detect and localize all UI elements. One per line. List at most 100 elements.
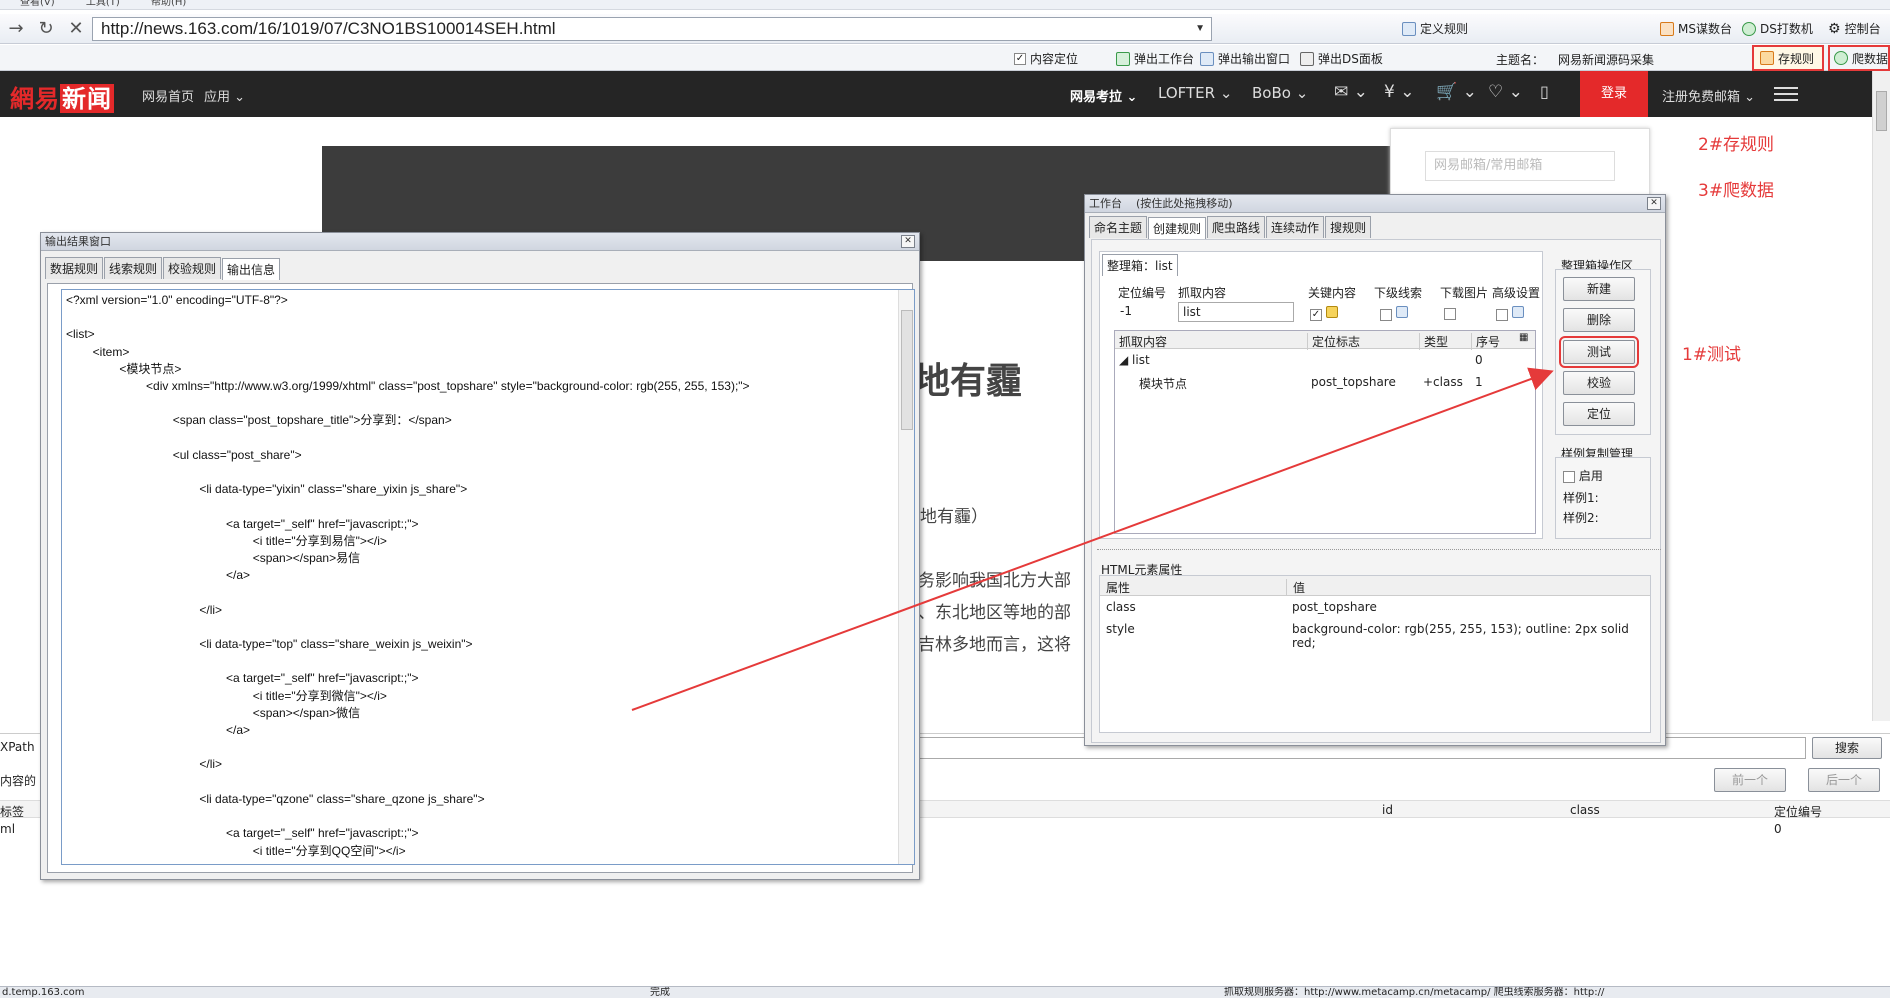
advanced-checkbox[interactable] [1496, 308, 1508, 321]
hdr-advanced: 高级设置 [1492, 286, 1541, 300]
tab-name-theme[interactable]: 命名主题 [1089, 216, 1148, 238]
tab-create-rule[interactable]: 创建规则 [1148, 217, 1207, 239]
mobile-icon[interactable]: ▯ [1540, 82, 1549, 101]
metaseeker-toolbar: ✓ 内容定位 弹出工作台 弹出输出窗口 弹出DS面板 主题名： 网易新闻源码采集 … [0, 45, 1890, 71]
checkbox[interactable]: ✓ [1014, 52, 1026, 65]
tree-row[interactable]: 模块节点 post_topshare +class 1 [1115, 371, 1535, 393]
cart-icon[interactable]: 🛒 ⌄ [1436, 82, 1477, 102]
splitter[interactable] [1097, 549, 1661, 553]
reload-icon[interactable]: ↻ [34, 17, 58, 41]
yen-icon[interactable]: ¥ ⌄ [1384, 82, 1414, 102]
mail-icon[interactable]: ✉ ⌄ [1334, 82, 1368, 102]
annotation-crawl-data: 3#爬数据 [1698, 181, 1775, 201]
nav-apps-link[interactable]: 应用 ⌄ [204, 86, 245, 105]
crawl-data-button[interactable]: 爬数据 [1828, 45, 1890, 71]
output-window-title[interactable]: 输出结果窗口 ✕ [41, 233, 919, 251]
close-icon[interactable]: ✕ [901, 235, 915, 248]
search-button[interactable]: 搜索 [1812, 737, 1882, 759]
tab-output-info[interactable]: 输出信息 [222, 258, 281, 280]
save-icon [1760, 51, 1774, 65]
heart-icon[interactable]: ♡ ⌄ [1488, 82, 1523, 102]
ms-icon [1660, 21, 1674, 36]
tree-row[interactable]: ◢ list 0 [1115, 349, 1535, 371]
popup-workbench-button[interactable]: 弹出工作台 [1116, 50, 1194, 67]
key-icon[interactable] [1325, 306, 1338, 318]
tree-header: 抓取内容 定位标志 类型 序号 ▦ [1115, 331, 1535, 350]
forward-icon[interactable]: → [4, 17, 28, 41]
console-button[interactable]: ⚙ 控制台 [1828, 20, 1881, 37]
popup-ds-button[interactable]: 弹出DS面板 [1300, 50, 1383, 67]
status-done: 完成 [650, 987, 670, 998]
ms-button[interactable]: MS谋数台 [1660, 20, 1732, 37]
organize-box: 整理箱：list 定位编号 抓取内容 关键内容 下级线索 下载图片 高级设置 -… [1099, 251, 1543, 539]
tab-data-rules[interactable]: 数据规则 [45, 257, 104, 279]
next-button[interactable]: 后一个 [1808, 768, 1880, 792]
locate-button[interactable]: 定位 [1563, 402, 1635, 426]
stop-icon[interactable]: ✕ [64, 17, 88, 41]
article-headline: 地有霾 [914, 361, 1023, 402]
nav-home-link[interactable]: 网易首页 [142, 86, 194, 105]
ds-button[interactable]: DS打数机 [1742, 20, 1813, 37]
netease-news-logo[interactable]: 網易新闻 [10, 79, 114, 114]
nav-kaola-link[interactable]: 网易考拉 ⌄ [1070, 86, 1137, 105]
popup-output-button[interactable]: 弹出输出窗口 [1200, 50, 1290, 67]
scrollbar[interactable] [898, 290, 914, 864]
download-img-checkbox[interactable] [1444, 307, 1456, 320]
login-button[interactable]: 登录 [1580, 71, 1648, 117]
attr-row[interactable]: class post_topshare [1100, 596, 1650, 618]
define-rule-button[interactable]: 定义规则 [1402, 20, 1468, 37]
content-label: 内容的 [0, 774, 37, 788]
article-para-line: 吉林多地而言，这将 [918, 635, 1071, 655]
nav-bobo-link[interactable]: BoBo ⌄ [1252, 84, 1308, 102]
col-class: class [1570, 803, 1600, 817]
hdr-download-img: 下载图片 [1440, 286, 1489, 300]
output-tabs: 数据规则 线索规则 校验规则 输出信息 [41, 251, 919, 280]
key-content-checkbox[interactable]: ✓ [1310, 308, 1322, 321]
prev-button[interactable]: 前一个 [1714, 768, 1786, 792]
save-rule-button[interactable]: 存规则 [1752, 45, 1824, 71]
tab-clue-rules[interactable]: 线索规则 [104, 257, 163, 279]
theme-label: 主题名： [1496, 53, 1545, 67]
xml-output-textarea[interactable]: <?xml version="1.0" encoding="UTF-8"?> <… [61, 289, 915, 865]
article-subtitle: 地有霾） [920, 507, 988, 527]
validate-button[interactable]: 校验 [1563, 371, 1635, 395]
attr-row[interactable]: style background-color: rgb(255, 255, 15… [1100, 618, 1650, 650]
tab-crawler-route[interactable]: 爬虫路线 [1207, 216, 1266, 238]
email-input[interactable]: 网易邮箱/常用邮箱 [1425, 151, 1615, 181]
nav-lofter-link[interactable]: LOFTER ⌄ [1158, 84, 1232, 102]
sub-clue-checkbox[interactable] [1380, 308, 1392, 321]
tab-check-rules[interactable]: 校验规则 [163, 257, 222, 279]
status-servers: 抓取规则服务器：http://www.metacamp.cn/metacamp/… [1224, 987, 1605, 998]
chevron-down-icon[interactable]: ▼ [1195, 18, 1205, 40]
panel-icon [1300, 51, 1314, 66]
status-url: d.temp.163.com [2, 987, 85, 998]
page-scrollbar[interactable] [1872, 71, 1890, 721]
content-locate-toggle[interactable]: ✓ 内容定位 [1014, 50, 1078, 67]
menu-view[interactable]: 查看(V) [20, 0, 55, 8]
workbench-tabs: 命名主题 创建规则 爬虫路线 连续动作 搜规则 [1085, 213, 1665, 239]
test-button[interactable]: 测试 [1559, 336, 1639, 368]
tab-box-list[interactable]: 整理箱：list [1102, 254, 1178, 276]
columns-icon[interactable]: ▦ [1519, 332, 1528, 343]
enable-checkbox[interactable] [1563, 470, 1575, 483]
settings-icon[interactable] [1511, 306, 1524, 318]
sample2-label: 样例2: [1563, 511, 1599, 525]
new-button[interactable]: 新建 [1563, 277, 1635, 301]
grab-content-input[interactable]: list [1178, 302, 1294, 322]
annotation-test: 1#测试 [1682, 345, 1742, 365]
menu-help[interactable]: 帮助(H) [151, 0, 186, 8]
delete-button[interactable]: 删除 [1563, 308, 1635, 332]
tab-search-rule[interactable]: 搜规则 [1325, 216, 1372, 238]
workbench-title[interactable]: 工作台 (按住此处拖拽移动) ✕ [1085, 195, 1665, 213]
hdr-key: 关键内容 [1308, 286, 1357, 300]
link-icon[interactable] [1395, 306, 1408, 318]
email-login-popup: 网易邮箱/常用邮箱 [1390, 128, 1650, 198]
tab-continuous-action[interactable]: 连续动作 [1266, 216, 1325, 238]
menu-icon[interactable] [1774, 83, 1798, 103]
register-mail-link[interactable]: 注册免费邮箱 ⌄ [1662, 86, 1755, 105]
rule-tree: 抓取内容 定位标志 类型 序号 ▦ ◢ list 0 模块节点 post_top… [1114, 330, 1536, 534]
url-input[interactable]: http://news.163.com/16/1019/07/C3NO1BS10… [92, 17, 1212, 41]
row-tag[interactable]: ml [0, 822, 15, 836]
menu-tools[interactable]: 工具(T) [86, 0, 120, 8]
close-icon[interactable]: ✕ [1647, 197, 1661, 210]
